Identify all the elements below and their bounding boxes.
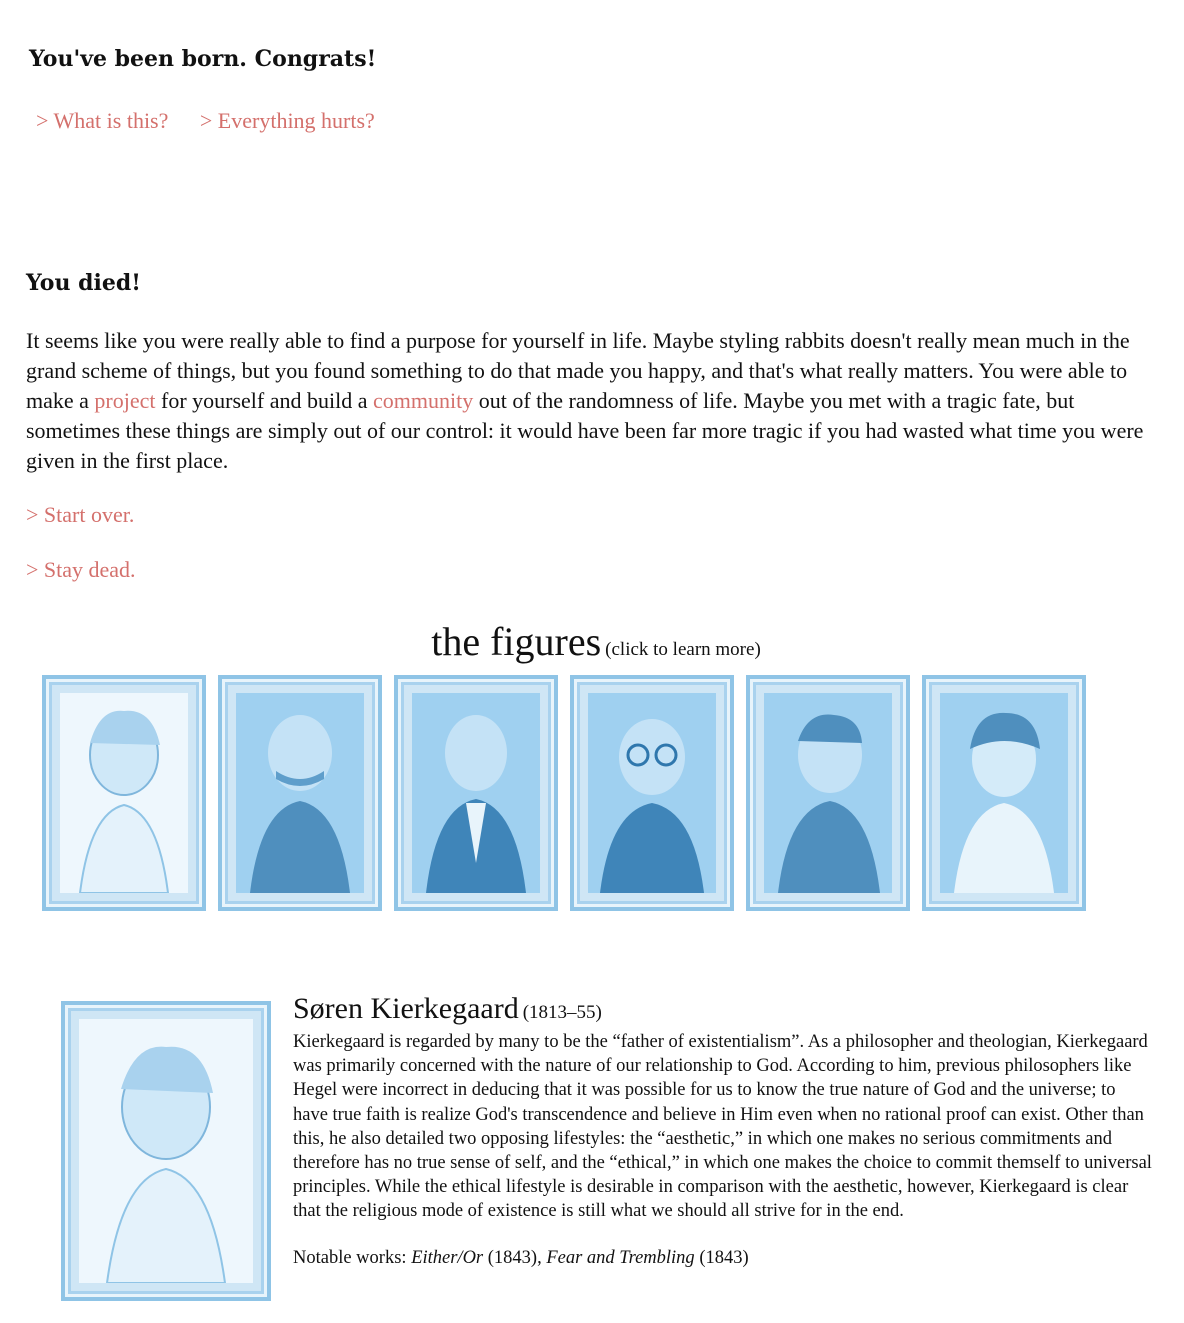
stay-dead-link[interactable]: > Stay dead. (26, 557, 136, 583)
portrait-nietzsche[interactable] (218, 675, 382, 911)
beauvoir-image (940, 693, 1068, 893)
figure-years: (1813–55) (522, 1002, 602, 1023)
ending-text-2: for yourself and build a (155, 388, 373, 413)
figure-description: Kierkegaard is regarded by many to be th… (293, 1032, 1152, 1222)
choice-everything-hurts[interactable]: > Everything hurts? (200, 108, 375, 133)
figures-title: the figures (431, 619, 602, 664)
born-heading: You've been born. Congrats! (29, 46, 377, 72)
portrait-kierkegaard[interactable] (42, 675, 206, 911)
project-link[interactable]: project (94, 388, 155, 413)
heidegger-image (412, 693, 540, 893)
figures-hint: (click to learn more) (605, 639, 761, 660)
bio-header: Søren Kierkegaard (1813–55) (293, 992, 1153, 1026)
selected-portrait (61, 1001, 271, 1301)
work-title: Either/Or (411, 1247, 484, 1268)
selected-portrait-image (79, 1019, 253, 1283)
camus-image (764, 693, 892, 893)
ending-paragraph: It seems like you were really able to fi… (26, 326, 1161, 476)
choice-what-is-this[interactable]: > What is this? (36, 108, 168, 133)
community-link[interactable]: community (373, 388, 473, 413)
work-year: (1843), (483, 1247, 547, 1268)
kierkegaard-image (60, 693, 188, 893)
portrait-heidegger[interactable] (394, 675, 558, 911)
figure-bio: Søren Kierkegaard (1813–55) Kierkegaard … (293, 992, 1153, 1269)
choice-list: > What is this? > Everything hurts? (36, 108, 401, 134)
portrait-sartre[interactable] (570, 675, 734, 911)
work-title: Fear and Trembling (546, 1247, 695, 1268)
portrait-beauvoir[interactable] (922, 675, 1086, 911)
start-over-link[interactable]: > Start over. (26, 502, 134, 528)
figure-name: Søren Kierkegaard (293, 992, 519, 1025)
notable-works: Notable works: Either/Or (1843), Fear an… (293, 1248, 1153, 1269)
nietzsche-image (236, 693, 364, 893)
figures-header: the figures (click to learn more) (0, 618, 1184, 665)
died-heading: You died! (26, 270, 141, 296)
figures-gallery (42, 675, 1086, 911)
works-label: Notable works: (293, 1247, 412, 1268)
work-year: (1843) (694, 1247, 749, 1268)
portrait-camus[interactable] (746, 675, 910, 911)
sartre-image (588, 693, 716, 893)
